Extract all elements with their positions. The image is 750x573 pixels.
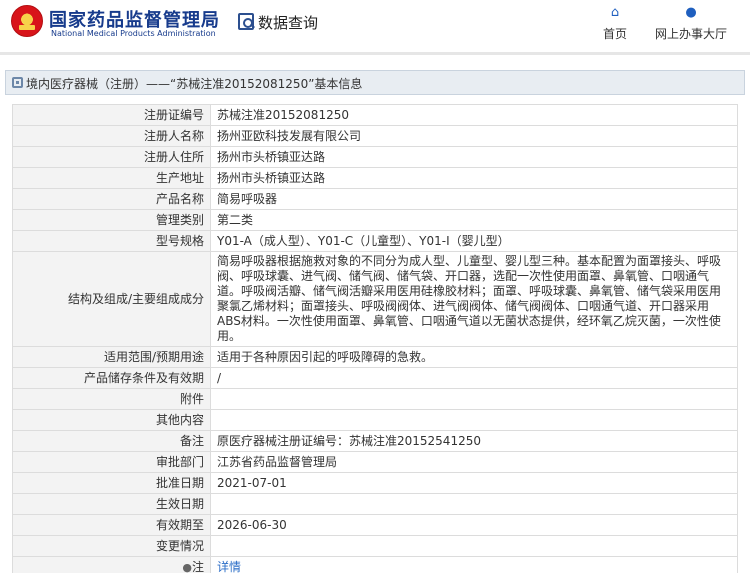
field-value [210, 409, 738, 431]
field-value [210, 493, 738, 515]
field-value [210, 388, 738, 410]
field-label: 注册人名称 [12, 125, 211, 147]
site-logo-subtitle[interactable]: National Medical Products Administration [51, 29, 216, 38]
field-label: 适用范围/预期用途 [12, 346, 211, 368]
note-label-cell: ●注 [12, 556, 211, 573]
note-value-cell: 详情 [210, 556, 738, 573]
field-value: 苏械注准20152081250 [210, 104, 738, 126]
field-value: / [210, 367, 738, 389]
table-row: ●注 详情 [12, 556, 738, 573]
table-row: 注册人住所 扬州市头桥镇亚达路 [12, 146, 738, 168]
table-row: 批准日期 2021-07-01 [12, 472, 738, 494]
field-label: 附件 [12, 388, 211, 410]
field-value: 适用于各种原因引起的呼吸障碍的急救。 [210, 346, 738, 368]
field-label: 型号规格 [12, 230, 211, 252]
field-label: 注册证编号 [12, 104, 211, 126]
national-emblem-icon: ★ [11, 5, 43, 37]
field-label: 管理类别 [12, 209, 211, 231]
table-row: 注册人名称 扬州亚欧科技发展有限公司 [12, 125, 738, 147]
field-label: 生效日期 [12, 493, 211, 515]
field-value: Y01-A（成人型）、Y01-C（儿童型）、Y01-I（婴儿型） [210, 230, 738, 252]
table-row: 备注 原医疗器械注册证编号：苏械注准20152541250 [12, 430, 738, 452]
field-value: 简易呼吸器根据施救对象的不同分为成人型、儿童型、婴儿型三种。基本配置为面罩接头、… [210, 251, 738, 347]
field-value: 江苏省药品监督管理局 [210, 451, 738, 473]
field-value: 2021-07-01 [210, 472, 738, 494]
lightbulb-icon: ● [182, 560, 192, 573]
field-label: 产品名称 [12, 188, 211, 210]
table-row: 产品名称 简易呼吸器 [12, 188, 738, 210]
breadcrumb: 境内医疗器械（注册）——“苏械注准20152081250”基本信息 [5, 70, 745, 95]
breadcrumb-text: 境内医疗器械（注册）——“苏械注准20152081250”基本信息 [26, 77, 363, 91]
table-row: 生效日期 [12, 493, 738, 515]
module-title-text: 数据查询 [258, 14, 319, 32]
field-label: 有效期至 [12, 514, 211, 536]
site-header: ★ 国家药品监督管理局 National Medical Products Ad… [0, 0, 750, 50]
field-value: 2026-06-30 [210, 514, 738, 536]
breadcrumb-icon [12, 77, 23, 88]
field-label: 产品储存条件及有效期 [12, 367, 211, 389]
table-row: 有效期至 2026-06-30 [12, 514, 738, 536]
field-value: 扬州市头桥镇亚达路 [210, 167, 738, 189]
header-divider [0, 52, 750, 55]
field-label: 审批部门 [12, 451, 211, 473]
field-label: 备注 [12, 430, 211, 452]
field-label: 注册人住所 [12, 146, 211, 168]
field-value: 扬州市头桥镇亚达路 [210, 146, 738, 168]
details-link[interactable]: 详情 [217, 560, 241, 573]
table-row: 变更情况 [12, 535, 738, 557]
field-value: 原医疗器械注册证编号：苏械注准20152541250 [210, 430, 738, 452]
field-label: 生产地址 [12, 167, 211, 189]
nav-online-service-hall[interactable]: ● 网上办事大厅 [646, 6, 736, 42]
table-row: 适用范围/预期用途 适用于各种原因引起的呼吸障碍的急救。 [12, 346, 738, 368]
field-value: 扬州亚欧科技发展有限公司 [210, 125, 738, 147]
table-row: 附件 [12, 388, 738, 410]
user-icon: ● [685, 5, 697, 20]
table-row: 审批部门 江苏省药品监督管理局 [12, 451, 738, 473]
note-label: 注 [191, 559, 204, 573]
table-row: 生产地址 扬州市头桥镇亚达路 [12, 167, 738, 189]
field-value: 第二类 [210, 209, 738, 231]
field-label: 批准日期 [12, 472, 211, 494]
detail-table: 注册证编号 苏械注准20152081250 注册人名称 扬州亚欧科技发展有限公司… [12, 104, 738, 573]
table-row: 型号规格 Y01-A（成人型）、Y01-C（儿童型）、Y01-I（婴儿型） [12, 230, 738, 252]
table-row: 注册证编号 苏械注准20152081250 [12, 104, 738, 126]
table-row: 产品储存条件及有效期 / [12, 367, 738, 389]
data-query-icon [238, 13, 254, 30]
field-label: 变更情况 [12, 535, 211, 557]
field-value [210, 535, 738, 557]
field-label: 其他内容 [12, 409, 211, 431]
table-row: 其他内容 [12, 409, 738, 431]
table-row: 结构及组成/主要组成成分 简易呼吸器根据施救对象的不同分为成人型、儿童型、婴儿型… [12, 251, 738, 347]
field-value: 简易呼吸器 [210, 188, 738, 210]
field-label: 结构及组成/主要组成成分 [12, 251, 211, 347]
nav-online-service-hall-label[interactable]: 网上办事大厅 [646, 25, 736, 42]
table-row: 管理类别 第二类 [12, 209, 738, 231]
